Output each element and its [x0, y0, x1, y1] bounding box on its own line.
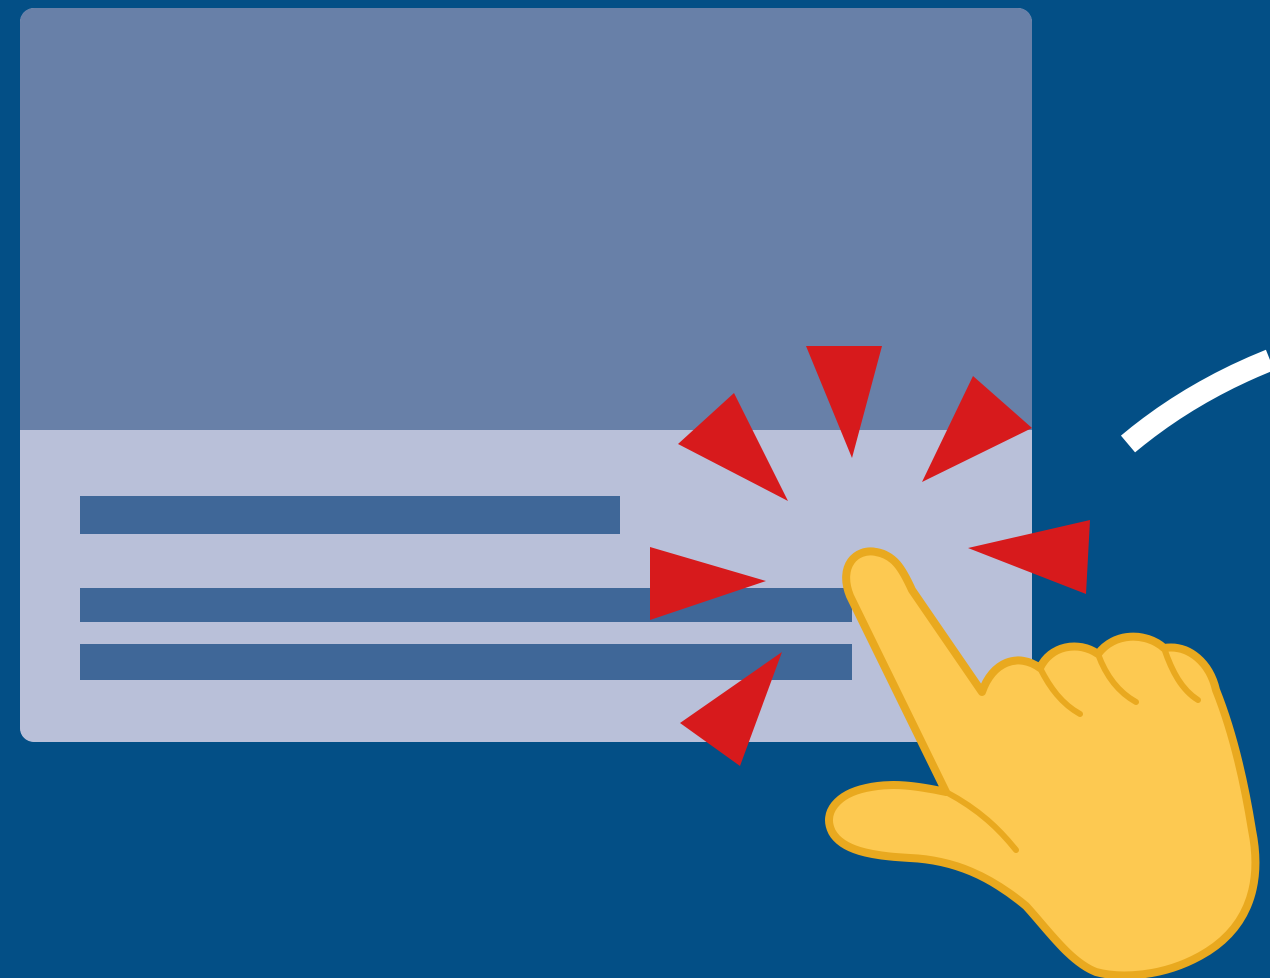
burst-triangle-right — [968, 520, 1090, 594]
hand-shape — [825, 547, 1260, 978]
illustration — [0, 0, 1270, 978]
burst-triangle-lower-left — [680, 652, 782, 766]
interaction-overlay — [650, 346, 1270, 978]
pointing-hand-icon — [825, 547, 1260, 978]
swipe-arc-icon — [1120, 349, 1270, 453]
burst-triangle-upper-right — [922, 376, 1032, 482]
burst-triangle-upper-left — [678, 393, 788, 501]
burst-triangle-left — [650, 547, 766, 620]
burst-triangle-top — [806, 346, 882, 458]
